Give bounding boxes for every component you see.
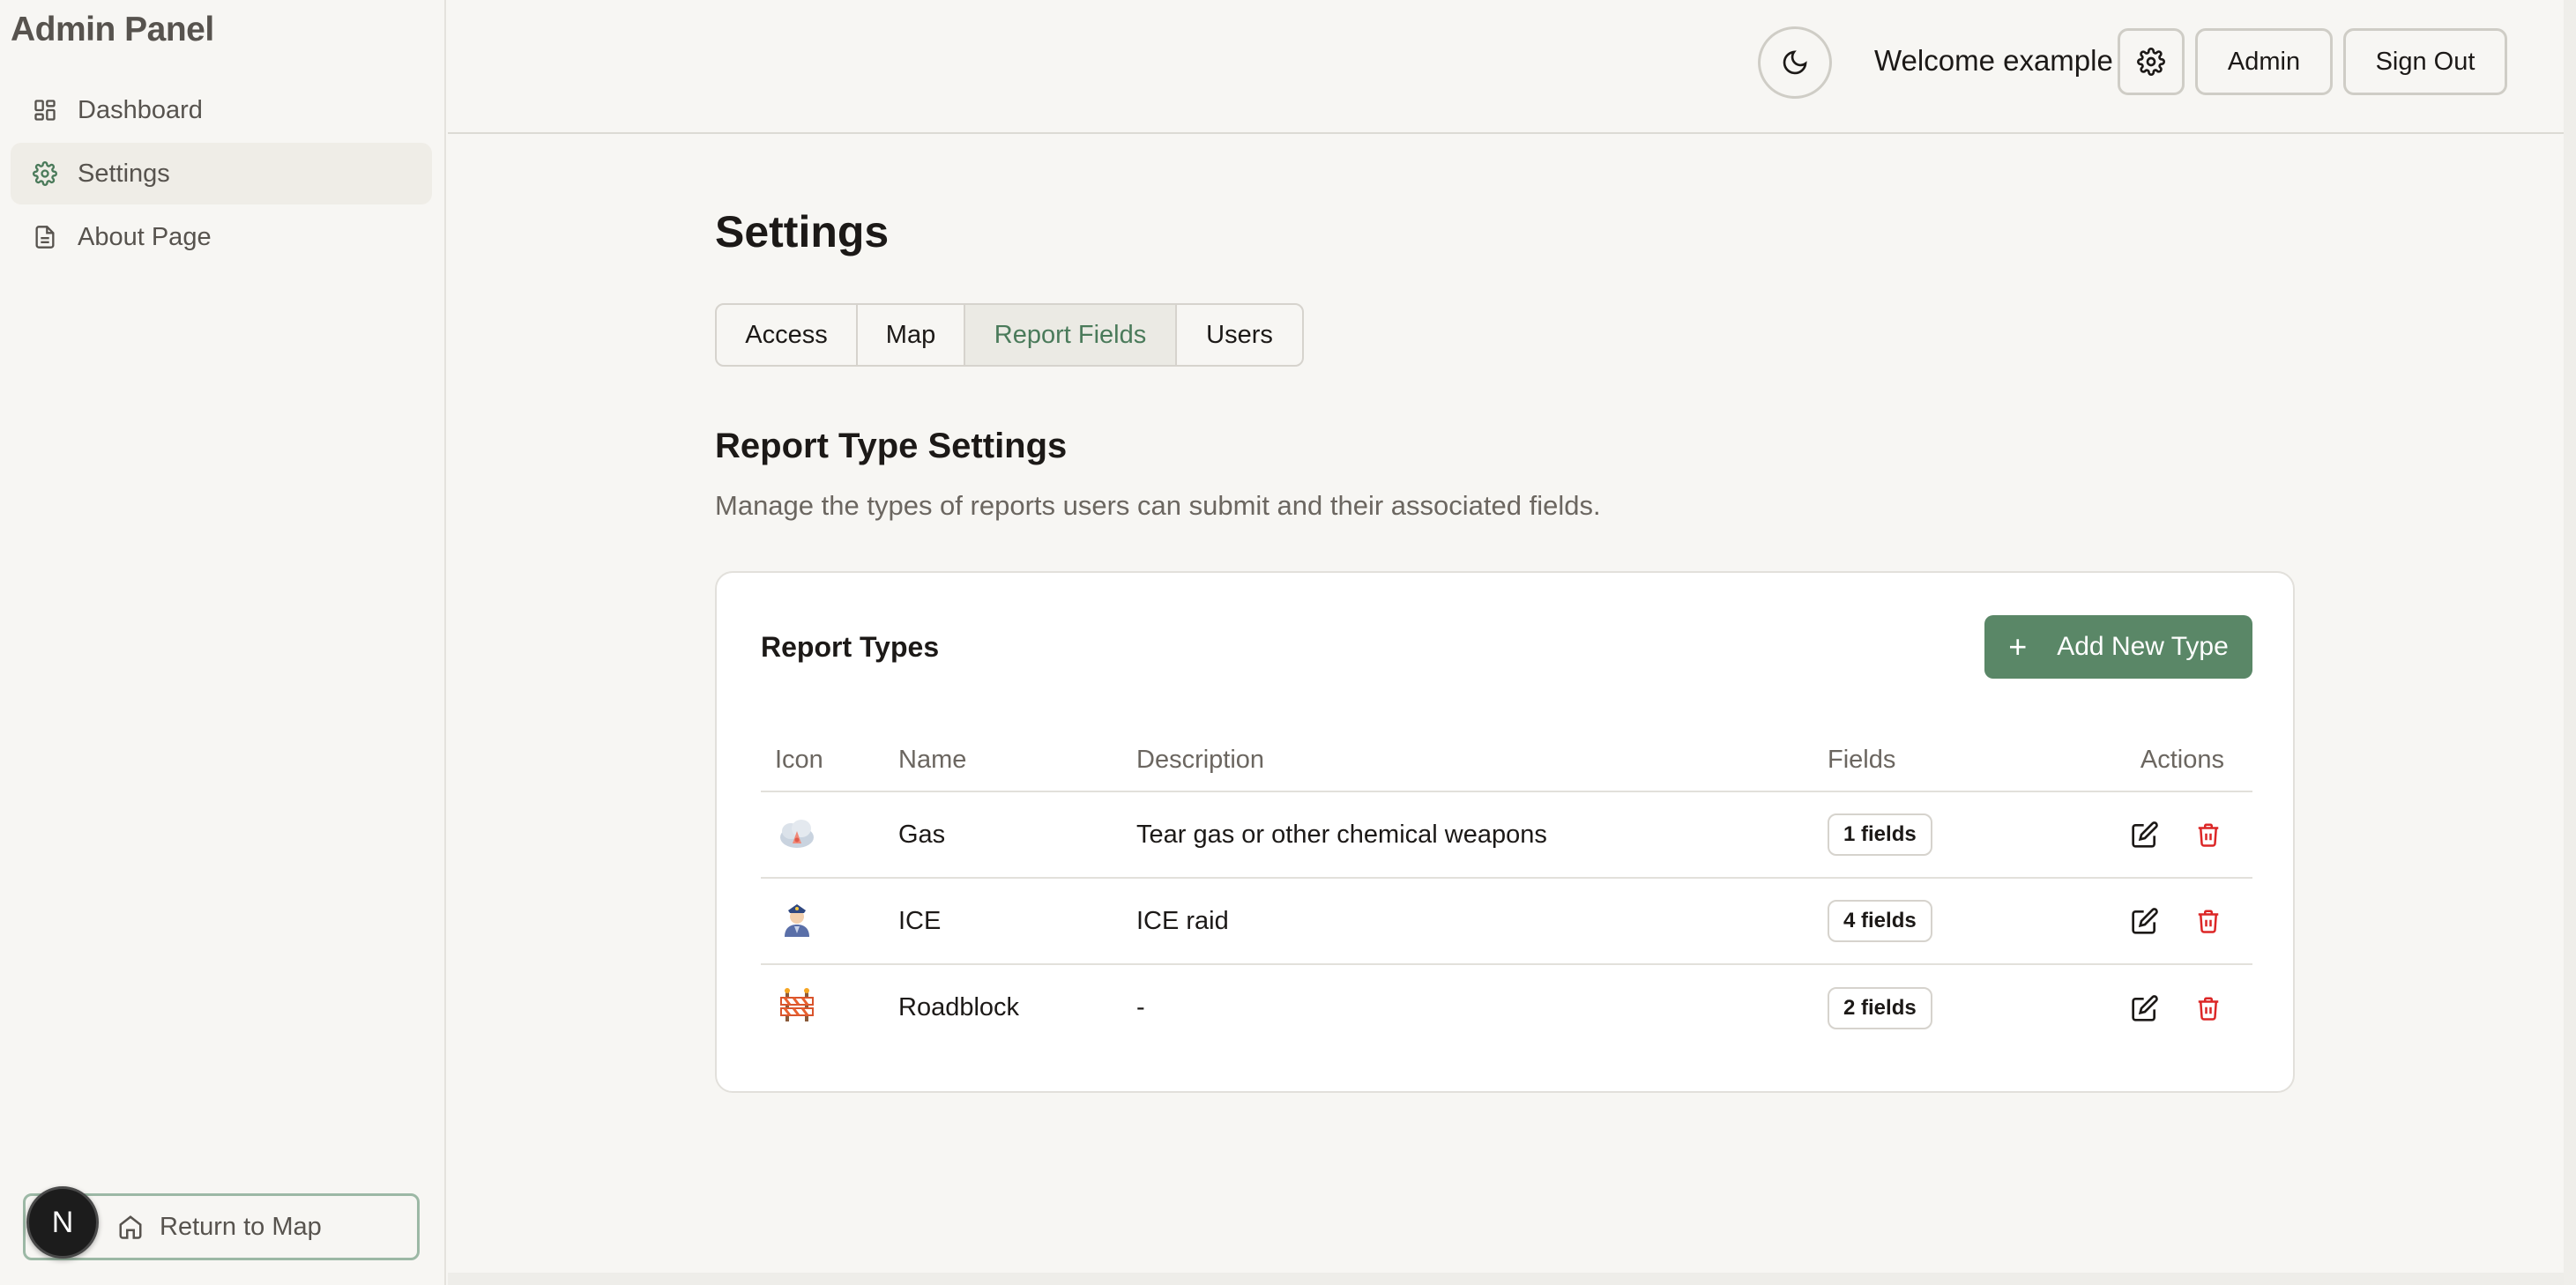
moon-icon [1781, 48, 1809, 77]
sign-out-button[interactable]: Sign Out [2343, 28, 2507, 95]
plus-icon: + [2008, 628, 2028, 665]
trash-icon[interactable] [2191, 817, 2226, 852]
row-name: ICE [884, 878, 1122, 965]
fields-badge: 4 fields [1828, 900, 1932, 942]
add-new-type-label: Add New Type [2057, 632, 2229, 661]
sidebar-nav: Dashboard Settings About Page [11, 79, 432, 270]
sidebar-item-dashboard[interactable]: Dashboard [11, 79, 432, 141]
report-types-table: Icon Name Description Fields Actions Gas… [761, 730, 2252, 1051]
section-description: Manage the types of reports users can su… [715, 490, 1601, 521]
document-icon [32, 224, 58, 250]
table-row: ICE ICE raid 4 fields [761, 878, 2252, 965]
app-title: Admin Panel [11, 11, 214, 48]
trash-icon[interactable] [2191, 903, 2226, 939]
gear-icon [2137, 48, 2165, 76]
sidebar-item-label: Settings [78, 159, 170, 188]
roadblock-icon [775, 984, 819, 1028]
tab-users[interactable]: Users [1177, 305, 1302, 365]
settings-tabs: Access Map Report Fields Users [715, 303, 1304, 367]
sidebar: Admin Panel Dashboard Settings About Pag… [0, 0, 446, 1285]
fields-badge: 1 fields [1828, 813, 1932, 856]
page-title: Settings [715, 207, 890, 256]
card-title: Report Types [761, 631, 940, 663]
top-header: Welcome example Admin Sign Out [448, 0, 2576, 134]
row-actions-cell [2078, 964, 2252, 1051]
scrollbar[interactable] [2564, 0, 2576, 1285]
column-header-fields: Fields [1813, 730, 2078, 792]
table-header-row: Icon Name Description Fields Actions [761, 730, 2252, 792]
admin-button[interactable]: Admin [2195, 28, 2333, 95]
row-description: ICE raid [1122, 878, 1813, 965]
sidebar-item-label: Dashboard [78, 95, 203, 124]
welcome-text: Welcome example [1874, 44, 2113, 77]
officer-icon [775, 897, 819, 941]
tab-access[interactable]: Access [717, 305, 858, 365]
settings-button[interactable] [2118, 28, 2185, 95]
edit-icon[interactable] [2127, 903, 2163, 939]
add-new-type-button[interactable]: + Add New Type [1984, 615, 2252, 679]
sidebar-item-label: About Page [78, 222, 212, 251]
row-name: Gas [884, 791, 1122, 879]
column-header-name: Name [884, 730, 1122, 792]
row-description: - [1136, 993, 1145, 1021]
column-header-icon: Icon [761, 730, 884, 792]
gear-icon [32, 160, 58, 187]
table-row: Roadblock - 2 fields [761, 964, 2252, 1051]
report-types-card: Report Types + Add New Type Icon Name De… [715, 571, 2295, 1093]
gas-cloud-icon [775, 811, 819, 855]
row-name: Roadblock [898, 993, 1020, 1021]
dashboard-icon [32, 97, 58, 123]
row-icon-cell [761, 964, 884, 1051]
row-description: Tear gas or other chemical weapons [1122, 791, 1813, 879]
table-row: Gas Tear gas or other chemical weapons 1… [761, 791, 2252, 879]
row-fields-cell: 2 fields [1813, 964, 2078, 1051]
tab-map[interactable]: Map [858, 305, 965, 365]
row-actions-cell [2078, 791, 2252, 879]
home-icon [117, 1214, 144, 1240]
return-to-map-label: Return to Map [160, 1212, 322, 1241]
row-fields-cell: 1 fields [1813, 791, 2078, 879]
edit-icon[interactable] [2127, 991, 2163, 1026]
row-fields-cell: 4 fields [1813, 878, 2078, 965]
column-header-description: Description [1122, 730, 1813, 792]
bottom-edge [448, 1273, 2564, 1285]
row-icon-cell [761, 791, 884, 879]
row-icon-cell [761, 878, 884, 965]
sidebar-item-about[interactable]: About Page [11, 206, 432, 268]
row-actions-cell [2078, 878, 2252, 965]
section-title: Report Type Settings [715, 427, 1068, 465]
sidebar-item-settings[interactable]: Settings [11, 143, 432, 204]
avatar[interactable]: N [26, 1186, 99, 1259]
edit-icon[interactable] [2127, 817, 2163, 852]
theme-toggle-button[interactable] [1758, 26, 1832, 99]
trash-icon[interactable] [2191, 991, 2226, 1026]
tab-report-fields[interactable]: Report Fields [965, 305, 1177, 365]
fields-badge: 2 fields [1828, 986, 1932, 1029]
column-header-actions: Actions [2078, 730, 2252, 792]
